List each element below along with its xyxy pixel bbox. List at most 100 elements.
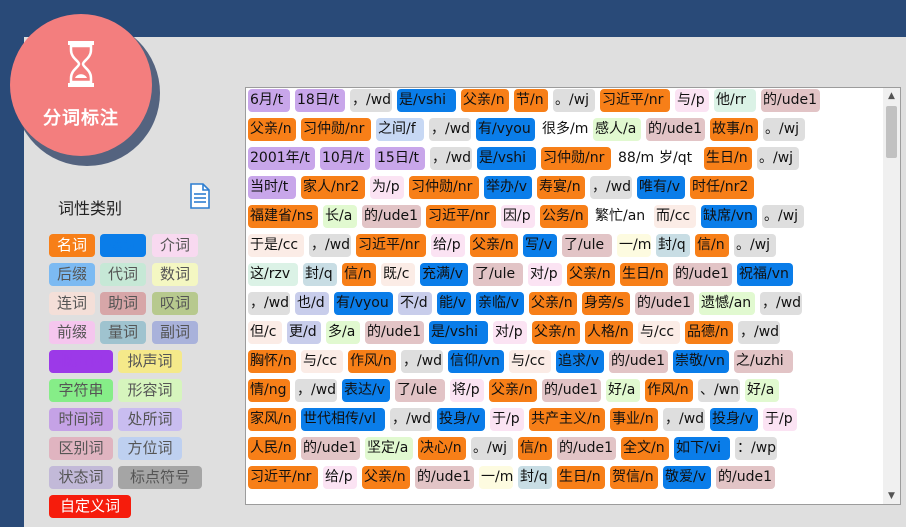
- token-chip[interactable]: 生日/n: [620, 263, 668, 286]
- pos-category-button[interactable]: 区别词: [49, 437, 113, 460]
- token-chip[interactable]: 的/ude1: [716, 466, 775, 489]
- pos-category-button[interactable]: 代词: [100, 263, 146, 286]
- token-chip[interactable]: ：/wp: [735, 437, 777, 460]
- token-chip[interactable]: 对/p: [528, 263, 562, 286]
- vertical-scrollbar[interactable]: ▲ ▼: [883, 88, 900, 504]
- token-chip[interactable]: 习仲勋/nr: [541, 147, 611, 170]
- pos-category-button[interactable]: 处所词: [118, 408, 182, 431]
- token-chip[interactable]: 因/p: [501, 205, 535, 228]
- token-chip[interactable]: ，/wd: [430, 147, 472, 170]
- token-chip[interactable]: 一/m: [479, 466, 513, 489]
- token-chip[interactable]: 投身/v: [710, 408, 758, 431]
- token-chip[interactable]: 于/p: [490, 408, 524, 431]
- token-chip[interactable]: 亲临/v: [476, 292, 524, 315]
- token-chip[interactable]: 了/ule: [562, 234, 612, 257]
- token-chip[interactable]: 世代相传/vl: [301, 408, 385, 431]
- token-chip[interactable]: 投身/v: [437, 408, 485, 431]
- token-chip[interactable]: 作风/n: [348, 350, 396, 373]
- token-chip[interactable]: 长/a: [323, 205, 357, 228]
- token-chip[interactable]: 也/d: [295, 292, 329, 315]
- token-chip[interactable]: 充满/v: [420, 263, 468, 286]
- token-chip[interactable]: 繁忙/an: [593, 205, 649, 228]
- token-chip[interactable]: 将/p: [450, 379, 484, 402]
- pos-category-button[interactable]: 自定义词: [49, 495, 131, 518]
- token-chip[interactable]: 6月/t: [248, 89, 290, 112]
- scroll-up-icon[interactable]: ▲: [883, 88, 900, 104]
- token-chip[interactable]: 好/a: [745, 379, 779, 402]
- pos-category-button[interactable]: 名词: [49, 234, 95, 257]
- token-chip[interactable]: 贺信/n: [610, 466, 658, 489]
- token-chip[interactable]: 习仲勋/nr: [409, 176, 479, 199]
- token-chip[interactable]: 身旁/s: [582, 292, 630, 315]
- token-chip[interactable]: 节/n: [514, 89, 548, 112]
- token-chip[interactable]: 人民/n: [248, 437, 296, 460]
- token-chip[interactable]: 。/wj: [734, 234, 776, 257]
- token-chip[interactable]: ，/wd: [738, 321, 780, 344]
- token-chip[interactable]: 祝福/vn: [737, 263, 793, 286]
- pos-category-button[interactable]: 标点符号: [118, 466, 202, 489]
- token-chip[interactable]: 不/d: [398, 292, 432, 315]
- token-chip[interactable]: ，/wd: [295, 379, 337, 402]
- token-chip[interactable]: 了/ule: [395, 379, 445, 402]
- token-chip[interactable]: 信/n: [342, 263, 376, 286]
- token-chip[interactable]: 18日/t: [295, 89, 345, 112]
- pos-category-button[interactable]: 时间词: [49, 408, 113, 431]
- token-chip[interactable]: 他/rr: [714, 89, 756, 112]
- token-chip[interactable]: 时任/nr2: [690, 176, 754, 199]
- token-chip[interactable]: 父亲/n: [461, 89, 509, 112]
- token-chip[interactable]: 之间/f: [376, 118, 424, 141]
- pos-category-button[interactable]: 拟声词: [49, 350, 113, 373]
- token-chip[interactable]: ，/wd: [429, 118, 471, 141]
- token-chip[interactable]: 这/rzv: [248, 263, 298, 286]
- token-chip[interactable]: 坚定/a: [365, 437, 413, 460]
- token-chip[interactable]: 与/p: [675, 89, 709, 112]
- token-chip[interactable]: 公务/n: [540, 205, 588, 228]
- token-chip[interactable]: 信/n: [518, 437, 552, 460]
- token-chip[interactable]: 的/ude1: [646, 118, 705, 141]
- pos-category-button[interactable]: 数词: [152, 263, 198, 286]
- token-chip[interactable]: ，/wd: [390, 408, 432, 431]
- token-chip[interactable]: 信仰/vn: [448, 350, 504, 373]
- token-chip[interactable]: 家人/nr2: [301, 176, 365, 199]
- pos-category-button[interactable]: 方位词: [118, 437, 182, 460]
- token-chip[interactable]: 全文/n: [621, 437, 669, 460]
- token-chip[interactable]: 家风/n: [248, 408, 296, 431]
- token-chip[interactable]: 的/ude1: [365, 321, 424, 344]
- token-chip[interactable]: 当时/t: [248, 176, 296, 199]
- token-chip[interactable]: 表达/v: [342, 379, 390, 402]
- token-chip[interactable]: ，/wd: [590, 176, 632, 199]
- token-chip[interactable]: 是/vshi: [477, 147, 536, 170]
- pos-category-button[interactable]: 字符串: [49, 379, 113, 402]
- token-chip[interactable]: 之/uzhi: [734, 350, 793, 373]
- token-chip[interactable]: ，/wd: [309, 234, 351, 257]
- token-chip[interactable]: 。/wj: [553, 89, 595, 112]
- token-chip[interactable]: 10月/t: [320, 147, 370, 170]
- token-chip[interactable]: 故事/n: [710, 118, 758, 141]
- token-chip[interactable]: 父亲/n: [529, 292, 577, 315]
- pos-category-button[interactable]: 量词: [100, 321, 146, 344]
- token-chip[interactable]: 2001年/t: [248, 147, 315, 170]
- pos-category-button[interactable]: 后缀: [49, 263, 95, 286]
- token-chip[interactable]: 15日/t: [375, 147, 425, 170]
- token-chip[interactable]: 决心/n: [418, 437, 466, 460]
- pos-category-button[interactable]: 副词: [152, 321, 198, 344]
- token-chip[interactable]: 、/wn: [698, 379, 740, 402]
- token-chip[interactable]: ，/wd: [248, 292, 290, 315]
- token-chip[interactable]: 习近平/nr: [426, 205, 496, 228]
- token-chip[interactable]: 事业/n: [610, 408, 658, 431]
- token-chip[interactable]: 习近平/nr: [356, 234, 426, 257]
- token-chip[interactable]: 习仲勋/nr: [301, 118, 371, 141]
- token-chip[interactable]: 的/ude1: [557, 437, 616, 460]
- token-chip[interactable]: 敬爱/v: [663, 466, 711, 489]
- token-chip[interactable]: ，/wd: [760, 292, 802, 315]
- token-chip[interactable]: 习近平/nr: [248, 466, 318, 489]
- token-chip[interactable]: 的/ude1: [362, 205, 421, 228]
- token-chip[interactable]: 写/v: [523, 234, 557, 257]
- token-chip[interactable]: 封/q: [518, 466, 552, 489]
- token-chip[interactable]: 对/p: [493, 321, 527, 344]
- token-chip[interactable]: 了/ule: [473, 263, 523, 286]
- token-chip[interactable]: ，/wd: [350, 89, 392, 112]
- token-chip[interactable]: 更/d: [287, 321, 321, 344]
- token-chip[interactable]: 遗憾/an: [699, 292, 755, 315]
- pos-category-button[interactable]: 介词: [152, 234, 198, 257]
